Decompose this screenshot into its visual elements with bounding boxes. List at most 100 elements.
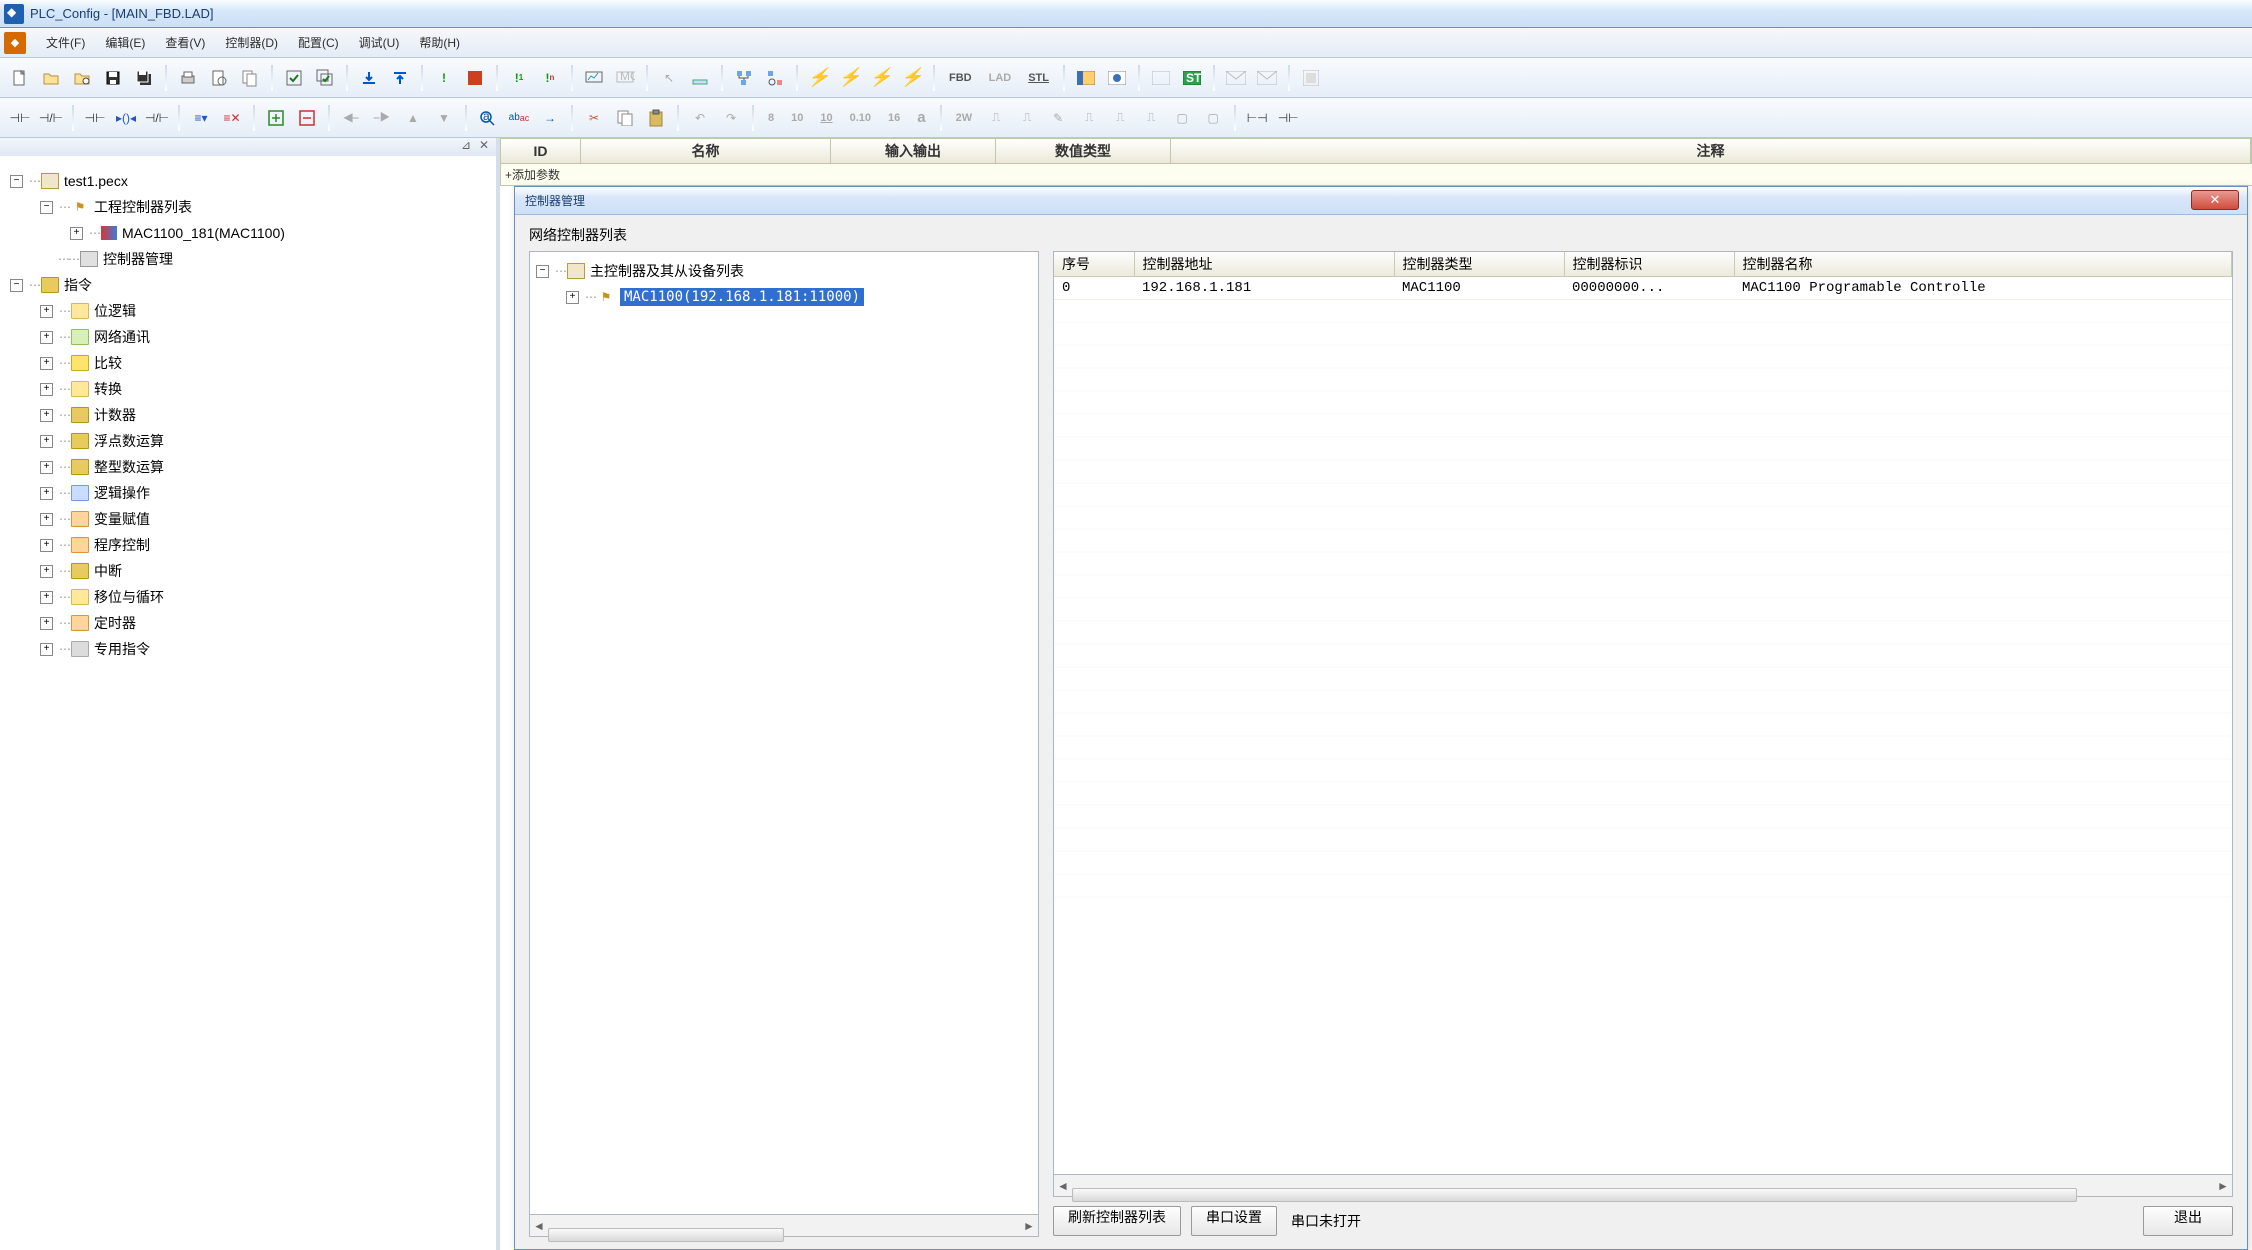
lang-fbd[interactable]: FBD: [942, 64, 979, 92]
expand-icon[interactable]: +: [40, 487, 53, 500]
watch-icon[interactable]: [686, 64, 714, 92]
grid-row[interactable]: 0 192.168.1.181 MAC1100 00000000... MAC1…: [1054, 276, 2232, 299]
tree-cat-3[interactable]: +⋯转换: [10, 376, 488, 402]
menu-help[interactable]: 帮助(H): [409, 29, 470, 56]
tool-h-icon[interactable]: ▢: [1199, 104, 1227, 132]
font-10u-icon[interactable]: 10: [813, 104, 839, 132]
expand-icon[interactable]: +: [40, 409, 53, 422]
menu-edit[interactable]: 编辑(E): [95, 29, 155, 56]
branch-down-icon[interactable]: ≡▾: [187, 104, 215, 132]
expand-icon[interactable]: +: [40, 461, 53, 474]
lang-lad[interactable]: LAD: [982, 64, 1019, 92]
tool-a-icon[interactable]: ⎍: [982, 104, 1010, 132]
dialog-titlebar[interactable]: 控制器管理 ✕: [515, 187, 2247, 215]
expand-icon[interactable]: +: [40, 513, 53, 526]
bolt3-icon[interactable]: ⚡: [867, 64, 895, 92]
font-8-icon[interactable]: 8: [761, 104, 781, 132]
redo-icon[interactable]: ↷: [717, 104, 745, 132]
grid-hscroll[interactable]: ◄ ►: [1053, 1175, 2233, 1197]
col-name[interactable]: 名称: [581, 139, 831, 163]
tree-cat-1[interactable]: +⋯网络通讯: [10, 324, 488, 350]
tree-cat-11[interactable]: +⋯移位与循环: [10, 584, 488, 610]
tree-cat-10[interactable]: +⋯中断: [10, 558, 488, 584]
refresh-button[interactable]: 刷新控制器列表: [1053, 1206, 1181, 1236]
line-down-icon[interactable]: ▼: [430, 104, 458, 132]
save-all-icon[interactable]: [130, 64, 158, 92]
wire-close-icon[interactable]: ⊣⊢: [1274, 104, 1302, 132]
force-stop-icon[interactable]: !n: [536, 64, 564, 92]
contact-nc2-icon[interactable]: ⊣/⊢: [143, 104, 171, 132]
bolt2-icon[interactable]: ⚡: [836, 64, 864, 92]
col-type[interactable]: 数值类型: [996, 139, 1171, 163]
new-icon[interactable]: [6, 64, 34, 92]
stop-icon[interactable]: [461, 64, 489, 92]
tree-root[interactable]: −⋯ test1.pecx: [10, 168, 488, 194]
undo-icon[interactable]: ↶: [686, 104, 714, 132]
block-icon[interactable]: [1297, 64, 1325, 92]
add-param-row[interactable]: +添加参数: [500, 164, 2252, 186]
expand-icon[interactable]: +: [40, 539, 53, 552]
gcol-type[interactable]: 控制器类型: [1394, 252, 1564, 276]
tool-e-icon[interactable]: ⎍: [1106, 104, 1134, 132]
tree-cat-2[interactable]: +⋯比较: [10, 350, 488, 376]
menu-view[interactable]: 查看(V): [155, 29, 215, 56]
coil-icon[interactable]: ▸()◂: [112, 104, 140, 132]
upload-icon[interactable]: [386, 64, 414, 92]
line-left-icon[interactable]: ◀⎯: [337, 104, 365, 132]
scroll-right-icon[interactable]: ►: [2214, 1175, 2232, 1196]
sidebar-close-icon[interactable]: ✕: [476, 138, 492, 156]
save-icon[interactable]: [99, 64, 127, 92]
replace-icon[interactable]: abac: [505, 104, 533, 132]
controller-tree[interactable]: −⋯ 主控制器及其从设备列表 +⋯ ⚑ MAC1100(192.168.1.18…: [529, 251, 1039, 1215]
line-up-icon[interactable]: ▲: [399, 104, 427, 132]
open-icon[interactable]: [37, 64, 65, 92]
expand-icon[interactable]: +: [40, 591, 53, 604]
tree-cat-6[interactable]: +⋯整型数运算: [10, 454, 488, 480]
tree-controller-mgr[interactable]: ⋯⋯ 控制器管理: [10, 246, 488, 272]
menu-config[interactable]: 配置(C): [288, 29, 349, 56]
expand-icon[interactable]: −: [10, 279, 23, 292]
tag1-icon[interactable]: [1147, 64, 1175, 92]
tree-cat-0[interactable]: +⋯位逻辑: [10, 298, 488, 324]
contact-no2-icon[interactable]: ⊣⊢: [81, 104, 109, 132]
col-id[interactable]: ID: [501, 139, 581, 163]
wire-open-icon[interactable]: ⊢⊣: [1243, 104, 1271, 132]
tool-d-icon[interactable]: ⎍: [1075, 104, 1103, 132]
expand-icon[interactable]: +: [40, 643, 53, 656]
font-16-icon[interactable]: 16: [881, 104, 907, 132]
mail-icon[interactable]: [1222, 64, 1250, 92]
layout2-icon[interactable]: [1103, 64, 1131, 92]
tree-cat-13[interactable]: +⋯专用指令: [10, 636, 488, 662]
tree-cat-4[interactable]: +⋯计数器: [10, 402, 488, 428]
sidebar-pin-icon[interactable]: ⊿: [458, 138, 474, 156]
dialog-close-button[interactable]: ✕: [2191, 190, 2239, 210]
ctree-root[interactable]: −⋯ 主控制器及其从设备列表: [536, 258, 1032, 284]
force-run-icon[interactable]: !1: [505, 64, 533, 92]
contact-nc-icon[interactable]: ⊣/⊢: [37, 104, 65, 132]
scroll-thumb[interactable]: [1072, 1188, 2077, 1202]
wire-2w-icon[interactable]: 2W: [949, 104, 980, 132]
menu-file[interactable]: 文件(F): [36, 29, 95, 56]
monitor-icon[interactable]: [580, 64, 608, 92]
menu-controller[interactable]: 控制器(D): [215, 29, 288, 56]
copy2-icon[interactable]: [611, 104, 639, 132]
download-icon[interactable]: [355, 64, 383, 92]
paste-icon[interactable]: [642, 104, 670, 132]
find-icon[interactable]: a: [474, 104, 502, 132]
project-tree[interactable]: −⋯ test1.pecx −⋯ ⚑ 工程控制器列表 +⋯ MAC1100_18…: [0, 156, 496, 1250]
expand-icon[interactable]: +: [40, 331, 53, 344]
del-box-icon[interactable]: [293, 104, 321, 132]
scroll-left-icon[interactable]: ◄: [530, 1215, 548, 1236]
scroll-right-icon[interactable]: ►: [1020, 1215, 1038, 1236]
check-icon[interactable]: [280, 64, 308, 92]
contact-no-icon[interactable]: ⊣⊢: [6, 104, 34, 132]
tree-hscroll[interactable]: ◄ ►: [529, 1215, 1039, 1237]
expand-icon[interactable]: −: [40, 201, 53, 214]
exit-button[interactable]: 退出: [2143, 1206, 2233, 1236]
expand-icon[interactable]: +: [40, 305, 53, 318]
bolt1-icon[interactable]: ⚡: [805, 64, 833, 92]
col-comment[interactable]: 注释: [1171, 139, 2251, 163]
tool-g-icon[interactable]: ▢: [1168, 104, 1196, 132]
expand-icon[interactable]: −: [10, 175, 23, 188]
expand-icon[interactable]: +: [40, 565, 53, 578]
